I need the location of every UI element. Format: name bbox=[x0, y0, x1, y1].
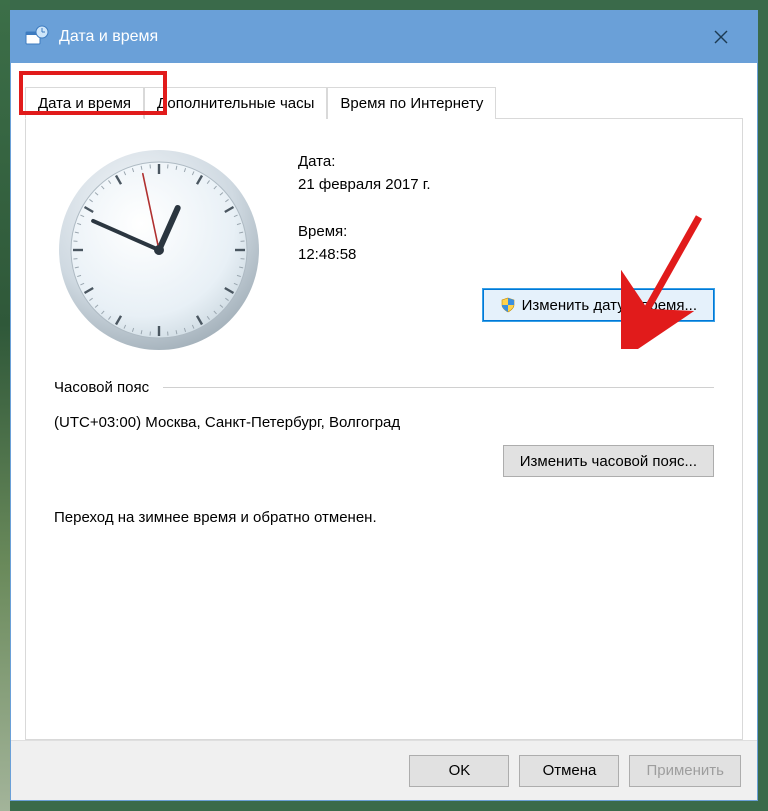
apply-button[interactable]: Применить bbox=[629, 755, 741, 787]
date-label: Дата: bbox=[298, 153, 714, 170]
tab-date-time[interactable]: Дата и время bbox=[25, 87, 144, 119]
close-icon bbox=[714, 30, 728, 44]
close-button[interactable] bbox=[699, 17, 743, 57]
button-label: Применить bbox=[646, 762, 724, 779]
dialog-buttons: OK Отмена Применить bbox=[11, 740, 757, 800]
tab-internet-time[interactable]: Время по Интернету bbox=[327, 87, 496, 119]
desktop-wallpaper-strip bbox=[0, 0, 10, 811]
button-label: Изменить дату и время... bbox=[522, 297, 697, 314]
tab-panel-date-time: Дата: 21 февраля 2017 г. Время: 12:48:58 bbox=[25, 118, 743, 740]
tab-label: Дата и время bbox=[38, 95, 131, 112]
time-value: 12:48:58 bbox=[298, 246, 714, 263]
tab-row: Дата и время Дополнительные часы Время п… bbox=[11, 63, 757, 119]
time-label: Время: bbox=[298, 223, 714, 240]
timezone-value: (UTC+03:00) Москва, Санкт-Петербург, Вол… bbox=[54, 414, 714, 431]
button-label: Изменить часовой пояс... bbox=[520, 453, 697, 470]
tab-additional-clocks[interactable]: Дополнительные часы bbox=[144, 87, 327, 119]
ok-button[interactable]: OK bbox=[409, 755, 509, 787]
change-date-time-button[interactable]: Изменить дату и время... bbox=[483, 289, 714, 321]
dst-status-text: Переход на зимнее время и обратно отмене… bbox=[54, 509, 714, 526]
uac-shield-icon bbox=[500, 297, 516, 313]
change-timezone-button[interactable]: Изменить часовой пояс... bbox=[503, 445, 714, 477]
cancel-button[interactable]: Отмена bbox=[519, 755, 619, 787]
tab-label: Время по Интернету bbox=[340, 95, 483, 112]
date-time-icon bbox=[25, 25, 49, 49]
window-title: Дата и время bbox=[59, 28, 699, 46]
timezone-section-label: Часовой пояс bbox=[54, 379, 149, 396]
titlebar: Дата и время bbox=[11, 11, 757, 63]
button-label: OK bbox=[449, 762, 471, 779]
analog-clock bbox=[54, 145, 264, 355]
date-value: 21 февраля 2017 г. bbox=[298, 176, 714, 193]
tab-label: Дополнительные часы bbox=[157, 95, 314, 112]
date-time-window: Дата и время Дата и время Дополнительные… bbox=[10, 10, 758, 801]
button-label: Отмена bbox=[543, 762, 597, 779]
divider bbox=[163, 387, 714, 388]
